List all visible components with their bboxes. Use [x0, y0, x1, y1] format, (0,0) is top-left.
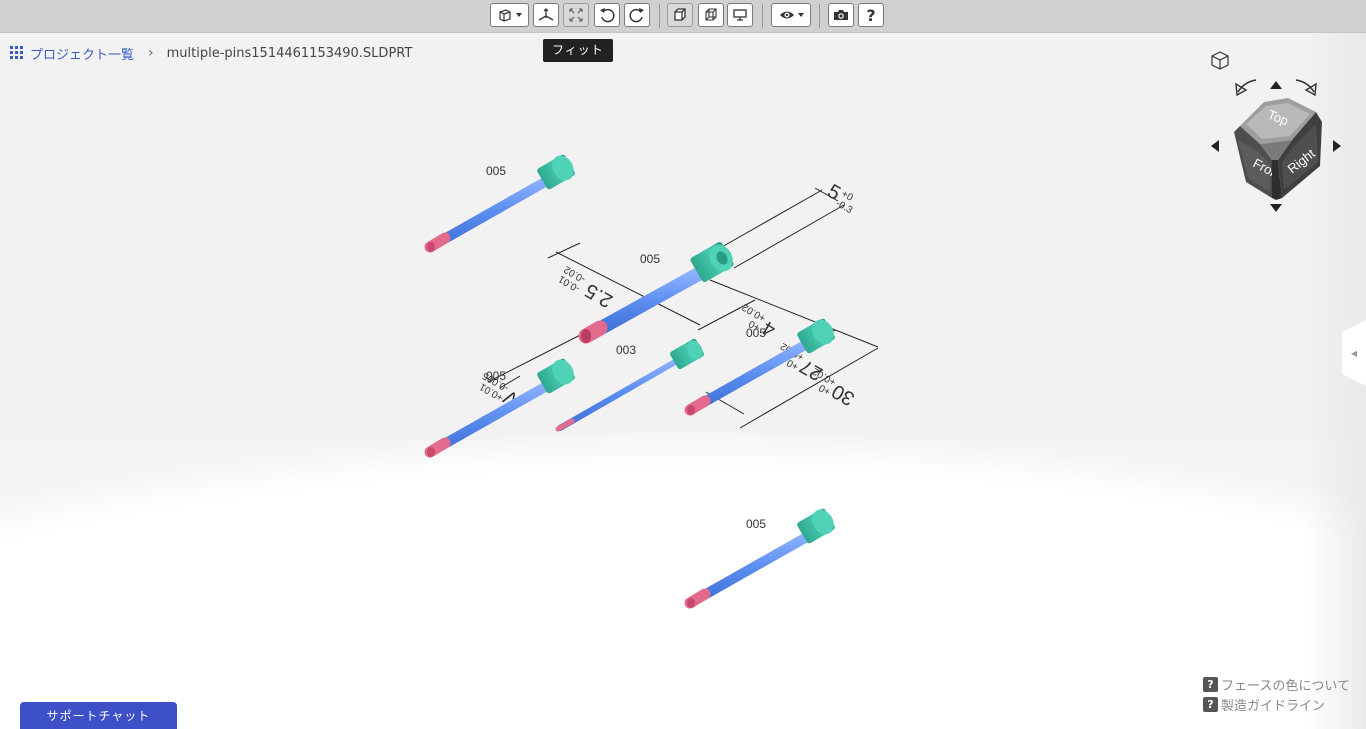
pin-label: 005 [486, 164, 506, 178]
chevron-left-icon: ◀ [1350, 348, 1358, 358]
presentation-button[interactable] [727, 3, 753, 27]
cube-view-icon [499, 9, 511, 22]
axes-icon [538, 8, 554, 21]
pin-part[interactable]: 003 [555, 338, 706, 432]
dimension-30[interactable]: 30 +0 +0.02 [804, 365, 859, 410]
question-icon: ? [866, 7, 875, 23]
pin-label: 005 [640, 252, 660, 266]
toolbar: ? [0, 0, 1366, 33]
screenshot-button[interactable] [828, 3, 854, 27]
section-button[interactable] [533, 3, 559, 27]
pin-label: 005 [746, 517, 766, 531]
shaded-button[interactable] [667, 3, 693, 27]
eye-icon [779, 11, 794, 19]
camera-icon [834, 10, 848, 20]
pin-label: 005 [486, 369, 506, 383]
view-mode-button[interactable] [490, 3, 529, 27]
face-colors-help-label: フェースの色について [1221, 678, 1350, 694]
manufacturing-guide-label: 製造ガイドライン [1221, 698, 1326, 714]
toolbar-divider [819, 4, 820, 28]
chevron-down-icon [516, 13, 522, 17]
visibility-button[interactable] [771, 3, 811, 27]
pin-label: 005 [746, 326, 766, 340]
rotate-ccw-icon[interactable] [1235, 79, 1257, 97]
pin-label: 003 [616, 343, 636, 357]
manufacturing-guide-link[interactable]: ? 製造ガイドライン [1203, 694, 1350, 714]
dimension-2-5[interactable]: 2.5 -0.01 -0.02 [556, 263, 617, 312]
solid-box-icon [674, 8, 686, 21]
pin-part[interactable]: 005 [424, 356, 578, 458]
monitor-icon [733, 9, 747, 21]
pin-part[interactable]: 005 [684, 506, 838, 609]
dim-5-lower: -0.3 [834, 198, 855, 216]
question-icon: ? [1203, 696, 1218, 712]
home-cube-icon[interactable] [1211, 51, 1229, 70]
wireframe-button[interactable] [698, 3, 724, 27]
arrow-down-icon[interactable] [1270, 204, 1282, 212]
dimension-5[interactable]: 5 +0 -0.3 [823, 180, 862, 216]
toolbar-divider [762, 4, 763, 28]
grid-icon[interactable] [10, 46, 24, 60]
fit-arrows-icon [569, 8, 583, 22]
rotate-ccw-icon [600, 8, 615, 23]
help-links: ? フェースの色について ? 製造ガイドライン [1203, 674, 1350, 714]
current-file-name: multiple-pins1514461153490.SLDPRT [166, 45, 413, 61]
rotate-left-button[interactable] [594, 3, 620, 27]
breadcrumb-separator: › [148, 45, 154, 61]
fit-button[interactable] [563, 3, 589, 27]
wireframe-box-icon [705, 8, 717, 21]
help-button[interactable]: ? [858, 3, 884, 27]
rotate-cw-icon[interactable] [1295, 79, 1317, 97]
model-canvas[interactable]: 5 +0 -0.3 2.5 -0.01 -0.02 4 +0 +0.02 27 … [0, 0, 1366, 729]
chevron-down-icon [797, 13, 804, 17]
toolbar-divider [659, 4, 660, 28]
face-colors-help-link[interactable]: ? フェースの色について [1203, 674, 1350, 694]
svg-text:?: ? [866, 7, 875, 23]
arrow-right-icon[interactable] [1333, 140, 1341, 152]
project-list-link[interactable]: プロジェクト一覧 [30, 44, 134, 63]
pin-part[interactable]: 005 [424, 152, 578, 253]
fit-tooltip: フィット [543, 39, 613, 62]
arrow-up-icon[interactable] [1270, 81, 1282, 89]
rotate-right-button[interactable] [624, 3, 650, 27]
support-chat-button[interactable]: サポートチャット [20, 702, 177, 729]
dim-2-5-value: 2.5 [581, 279, 616, 312]
breadcrumb: プロジェクト一覧 › multiple-pins1514461153490.SL… [10, 44, 413, 63]
question-icon: ? [1203, 676, 1218, 692]
rotate-cw-icon [629, 8, 644, 23]
arrow-left-icon[interactable] [1211, 140, 1219, 152]
view-navigation-cube[interactable]: Top Front Right [1200, 48, 1350, 218]
